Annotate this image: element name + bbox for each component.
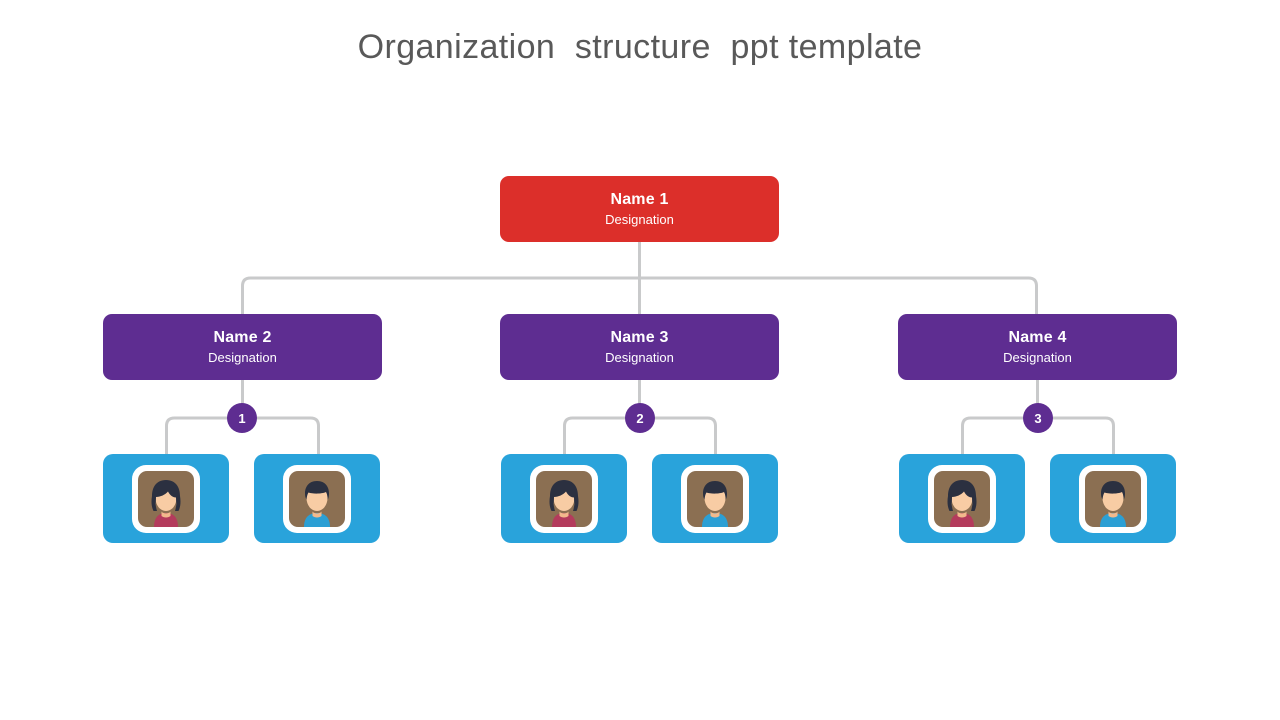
member-tile-1-1[interactable] bbox=[103, 454, 229, 543]
member-tile-3-2[interactable] bbox=[1050, 454, 1176, 543]
female-avatar-icon bbox=[536, 470, 592, 527]
branch-number-badge-1[interactable]: 1 bbox=[227, 403, 257, 433]
avatar-frame bbox=[530, 464, 598, 533]
avatar-frame bbox=[928, 464, 996, 533]
avatar-frame bbox=[283, 464, 351, 533]
org-node-level2-1[interactable]: Name 2 Designation bbox=[103, 314, 382, 380]
female-avatar-icon bbox=[138, 470, 194, 527]
avatar-frame bbox=[1079, 464, 1147, 533]
branch-number-badge-2[interactable]: 2 bbox=[625, 403, 655, 433]
org-node-name: Name 3 bbox=[610, 329, 669, 346]
org-node-designation: Designation bbox=[605, 212, 674, 227]
org-node-root[interactable]: Name 1 Designation bbox=[500, 176, 779, 242]
female-avatar-icon bbox=[934, 470, 990, 527]
org-node-name: Name 1 bbox=[610, 191, 669, 208]
org-node-designation: Designation bbox=[1003, 350, 1072, 365]
org-node-name: Name 4 bbox=[1008, 329, 1067, 346]
page-title: Organization structure ppt template bbox=[357, 28, 923, 66]
org-node-name: Name 2 bbox=[213, 329, 272, 346]
org-node-level2-2[interactable]: Name 3 Designation bbox=[500, 314, 779, 380]
male-avatar-icon bbox=[687, 470, 743, 527]
branch-number-badge-3[interactable]: 3 bbox=[1023, 403, 1053, 433]
avatar-frame bbox=[681, 464, 749, 533]
org-node-designation: Designation bbox=[208, 350, 277, 365]
member-tile-1-2[interactable] bbox=[254, 454, 380, 543]
org-node-designation: Designation bbox=[605, 350, 674, 365]
branch-number-label: 1 bbox=[238, 410, 246, 426]
male-avatar-icon bbox=[1085, 470, 1141, 527]
member-tile-2-1[interactable] bbox=[501, 454, 627, 543]
branch-number-label: 2 bbox=[636, 410, 644, 426]
male-avatar-icon bbox=[289, 470, 345, 527]
member-tile-2-2[interactable] bbox=[652, 454, 778, 543]
member-tile-3-1[interactable] bbox=[899, 454, 1025, 543]
slide-canvas: Organization structure ppt template Name… bbox=[0, 0, 1280, 720]
avatar-frame bbox=[132, 464, 200, 533]
branch-number-label: 3 bbox=[1034, 410, 1042, 426]
org-node-level2-3[interactable]: Name 4 Designation bbox=[898, 314, 1177, 380]
connector-level2-bus bbox=[241, 276, 1038, 314]
